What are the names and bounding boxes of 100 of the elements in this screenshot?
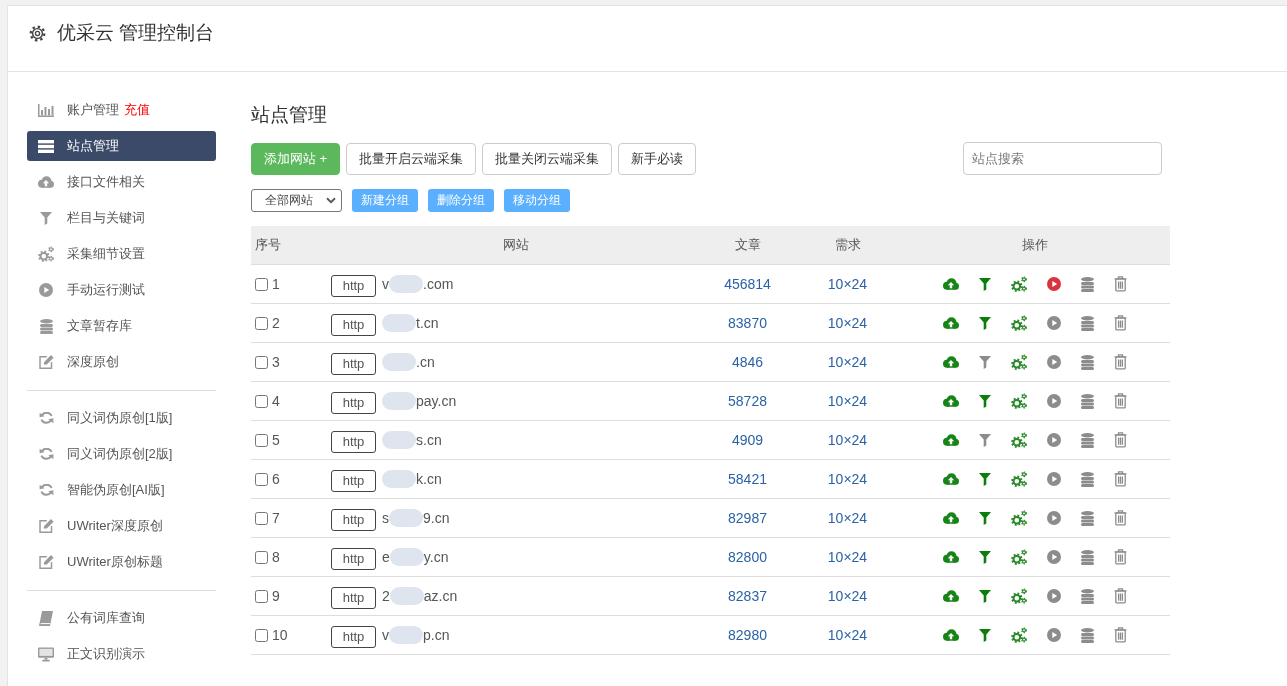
sidebar-item[interactable]: 同义词伪原创[1版] bbox=[27, 403, 216, 433]
sidebar-item[interactable]: 公有词库查询 bbox=[27, 603, 216, 633]
database-icon[interactable] bbox=[1081, 549, 1094, 565]
sidebar-item[interactable]: UWriter原创标题 bbox=[27, 547, 216, 577]
database-icon[interactable] bbox=[1081, 432, 1094, 448]
play-icon[interactable] bbox=[1047, 277, 1061, 291]
filter-icon[interactable] bbox=[979, 394, 991, 408]
gears-icon[interactable] bbox=[1011, 471, 1027, 487]
filter-icon[interactable] bbox=[979, 472, 991, 486]
gears-icon[interactable] bbox=[1011, 510, 1027, 526]
database-icon[interactable] bbox=[1081, 471, 1094, 487]
article-count-link[interactable]: 4909 bbox=[731, 432, 764, 448]
trash-icon[interactable] bbox=[1114, 393, 1127, 409]
article-count-link[interactable]: 58421 bbox=[728, 471, 767, 487]
article-count-link[interactable]: 456814 bbox=[724, 276, 771, 292]
sidebar-item[interactable]: 同义词伪原创[2版] bbox=[27, 439, 216, 469]
sidebar-item[interactable]: 站点管理 bbox=[27, 131, 216, 161]
toolbar-button[interactable]: 批量开启云端采集 bbox=[346, 142, 477, 175]
row-checkbox[interactable] bbox=[255, 589, 268, 603]
cloud-upload-icon[interactable] bbox=[943, 551, 959, 563]
cloud-upload-icon[interactable] bbox=[943, 512, 959, 524]
database-icon[interactable] bbox=[1081, 276, 1094, 292]
gears-icon[interactable] bbox=[1011, 432, 1027, 448]
database-icon[interactable] bbox=[1081, 354, 1094, 370]
search-field[interactable]: 站点搜索 bbox=[963, 142, 1162, 175]
database-icon[interactable] bbox=[1081, 315, 1094, 331]
gears-icon[interactable] bbox=[1011, 393, 1027, 409]
demand-link[interactable]: 10×24 bbox=[827, 549, 868, 565]
site-filter-select[interactable]: 全部网站 bbox=[251, 189, 342, 212]
database-icon[interactable] bbox=[1081, 588, 1094, 604]
protocol-button[interactable]: http bbox=[331, 274, 376, 297]
filter-icon[interactable] bbox=[979, 433, 991, 447]
recharge-link[interactable]: 充值 bbox=[124, 101, 150, 119]
article-count-link[interactable]: 83870 bbox=[728, 315, 767, 331]
gears-icon[interactable] bbox=[1011, 549, 1027, 565]
play-icon[interactable] bbox=[1047, 628, 1061, 642]
cloud-upload-icon[interactable] bbox=[943, 434, 959, 446]
play-icon[interactable] bbox=[1047, 511, 1061, 525]
gears-icon[interactable] bbox=[1011, 627, 1027, 643]
filter-icon[interactable] bbox=[979, 355, 991, 369]
protocol-button[interactable]: http bbox=[331, 586, 376, 609]
demand-link[interactable]: 10×24 bbox=[827, 471, 868, 487]
demand-link[interactable]: 10×24 bbox=[827, 510, 868, 526]
demand-link[interactable]: 10×24 bbox=[827, 393, 868, 409]
demand-link[interactable]: 10×24 bbox=[827, 315, 868, 331]
protocol-button[interactable]: http bbox=[331, 430, 376, 453]
cloud-upload-icon[interactable] bbox=[943, 356, 959, 368]
trash-icon[interactable] bbox=[1114, 471, 1127, 487]
toolbar-button[interactable]: 批量关闭云端采集 bbox=[482, 142, 613, 175]
filter-icon[interactable] bbox=[979, 628, 991, 642]
trash-icon[interactable] bbox=[1114, 276, 1127, 292]
article-count-link[interactable]: 82800 bbox=[728, 549, 767, 565]
demand-link[interactable]: 10×24 bbox=[827, 432, 868, 448]
protocol-button[interactable]: http bbox=[331, 313, 376, 336]
sidebar-item[interactable]: 栏目与关键词 bbox=[27, 203, 216, 233]
protocol-button[interactable]: http bbox=[331, 625, 376, 648]
trash-icon[interactable] bbox=[1114, 588, 1127, 604]
sidebar-item[interactable]: 账户管理 充值 bbox=[27, 95, 216, 125]
protocol-button[interactable]: http bbox=[331, 469, 376, 492]
row-checkbox[interactable] bbox=[255, 277, 268, 291]
cloud-upload-icon[interactable] bbox=[943, 629, 959, 641]
database-icon[interactable] bbox=[1081, 627, 1094, 643]
play-icon[interactable] bbox=[1047, 589, 1061, 603]
row-checkbox[interactable] bbox=[255, 628, 268, 642]
sidebar-item[interactable]: 正文识别演示 bbox=[27, 639, 216, 669]
demand-link[interactable]: 10×24 bbox=[827, 627, 868, 643]
trash-icon[interactable] bbox=[1114, 354, 1127, 370]
play-icon[interactable] bbox=[1047, 394, 1061, 408]
sidebar-item[interactable]: 手动运行测试 bbox=[27, 275, 216, 305]
row-checkbox[interactable] bbox=[255, 394, 268, 408]
gears-icon[interactable] bbox=[1011, 588, 1027, 604]
filter-icon[interactable] bbox=[979, 511, 991, 525]
gears-icon[interactable] bbox=[1011, 354, 1027, 370]
protocol-button[interactable]: http bbox=[331, 352, 376, 375]
cloud-upload-icon[interactable] bbox=[943, 590, 959, 602]
trash-icon[interactable] bbox=[1114, 549, 1127, 565]
settings-icon[interactable] bbox=[29, 24, 46, 42]
row-checkbox[interactable] bbox=[255, 511, 268, 525]
filter-icon[interactable] bbox=[979, 589, 991, 603]
row-checkbox[interactable] bbox=[255, 316, 268, 330]
protocol-button[interactable]: http bbox=[331, 547, 376, 570]
article-count-link[interactable]: 82837 bbox=[728, 588, 767, 604]
gears-icon[interactable] bbox=[1011, 276, 1027, 292]
play-icon[interactable] bbox=[1047, 550, 1061, 564]
filter-icon[interactable] bbox=[979, 277, 991, 291]
database-icon[interactable] bbox=[1081, 510, 1094, 526]
protocol-button[interactable]: http bbox=[331, 391, 376, 414]
sidebar-item[interactable]: 智能伪原创[AI版] bbox=[27, 475, 216, 505]
play-icon[interactable] bbox=[1047, 316, 1061, 330]
trash-icon[interactable] bbox=[1114, 432, 1127, 448]
cloud-upload-icon[interactable] bbox=[943, 473, 959, 485]
protocol-button[interactable]: http bbox=[331, 508, 376, 531]
article-count-link[interactable]: 4846 bbox=[731, 354, 764, 370]
demand-link[interactable]: 10×24 bbox=[827, 276, 868, 292]
sidebar-item[interactable]: UWriter深度原创 bbox=[27, 511, 216, 541]
row-checkbox[interactable] bbox=[255, 550, 268, 564]
article-count-link[interactable]: 82980 bbox=[728, 627, 767, 643]
demand-link[interactable]: 10×24 bbox=[827, 354, 868, 370]
trash-icon[interactable] bbox=[1114, 315, 1127, 331]
sidebar-item[interactable]: 采集细节设置 bbox=[27, 239, 216, 269]
